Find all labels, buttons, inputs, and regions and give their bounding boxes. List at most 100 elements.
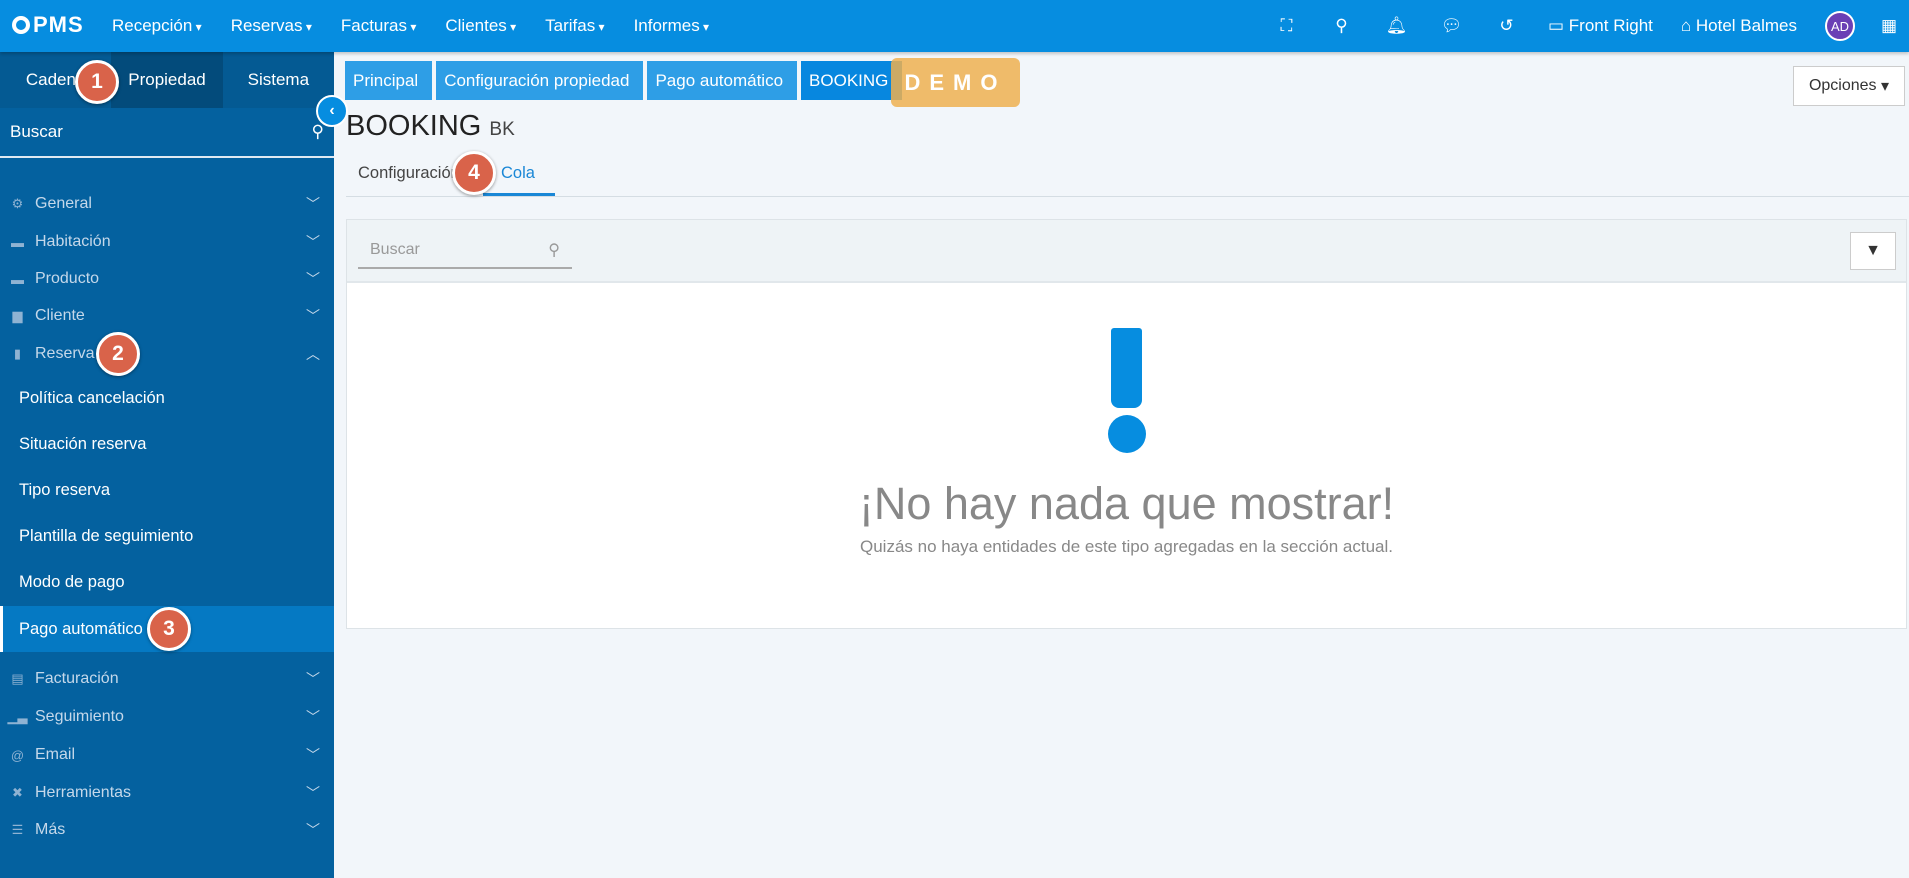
sidebar-item-cliente[interactable]: ▆ Cliente ﹀ (0, 297, 334, 335)
sidebar-tab-propiedad[interactable]: Propiedad (111, 52, 223, 108)
sidebar-item-habitacion[interactable]: ▬ Habitación ﹀ (0, 223, 334, 261)
search-icon[interactable]: ⚲ (312, 122, 324, 142)
chevron-down-icon: ﹀ (306, 234, 320, 250)
breadcrumb-configuracion-propiedad[interactable]: Configuración propiedad (436, 61, 644, 100)
caret-down-icon: ▾ (1876, 78, 1890, 95)
logo-text: PMS (33, 12, 84, 37)
page-title: BOOKING BK (346, 110, 515, 143)
sidebar-item-label: Cliente (35, 307, 85, 324)
sidebar-item-reserva[interactable]: ▮ Reserva ︿ (0, 335, 334, 373)
chevron-down-icon: ﹀ (306, 308, 320, 324)
nav-reservas[interactable]: Reservas (231, 16, 312, 36)
annotation-badge-2: 2 (96, 332, 140, 376)
panel-search-placeholder: Buscar (370, 240, 420, 258)
sidebar-item-label: Email (35, 746, 76, 763)
filter-icon: ▼ (1865, 242, 1881, 259)
panel-search-input[interactable]: Buscar ⚲ (358, 232, 572, 269)
fullscreen-icon[interactable]: ⛶ (1259, 16, 1314, 36)
front-desk-selector[interactable]: ▭ Front Right (1548, 16, 1653, 36)
page-code: BK (489, 119, 515, 140)
page-title-text: BOOKING (346, 110, 482, 142)
sidebar-search-placeholder: Buscar (10, 122, 63, 141)
options-label: Opciones (1808, 77, 1877, 94)
sidebar-item-label: Reserva (35, 345, 95, 362)
top-navbar: PMS Recepción Reservas Facturas Clientes… (0, 0, 1909, 52)
receipt-icon: ▤ (11, 671, 24, 686)
sidebar-subitem-modo-pago[interactable]: Modo de pago (0, 559, 334, 605)
options-dropdown-button[interactable]: Opciones ▾ (1793, 66, 1905, 106)
sidebar-item-label: General (35, 195, 92, 212)
search-icon[interactable]: ⚲ (1314, 16, 1369, 36)
sidebar-subitem-situacion-reserva[interactable]: Situación reserva (0, 421, 334, 467)
sidebar-item-seguimiento[interactable]: ▁▃ Seguimiento ﹀ (0, 698, 334, 736)
chevron-down-icon: ﹀ (306, 196, 320, 212)
breadcrumb-booking: BOOKING (801, 61, 903, 100)
at-icon: @ (10, 747, 25, 763)
sidebar-subitem-tipo-reserva[interactable]: Tipo reserva (0, 467, 334, 513)
bell-icon[interactable]: 🔔︎ (1369, 16, 1424, 36)
avatar[interactable]: AD (1825, 11, 1855, 41)
chevron-down-icon: ﹀ (306, 271, 320, 287)
breadcrumb-pago-automatico[interactable]: Pago automático (647, 61, 798, 100)
bed-icon: ▬ (11, 234, 24, 250)
sidebar-item-herramientas[interactable]: ✖ Herramientas ﹀ (0, 774, 334, 812)
chevron-down-icon: ﹀ (306, 747, 320, 763)
tab-configuracion[interactable]: Configuración (358, 164, 460, 183)
sidebar-item-general[interactable]: ⚙ General ﹀ (0, 185, 334, 223)
sidebar-item-label: Habitación (35, 233, 111, 250)
nav-recepcion[interactable]: Recepción (112, 16, 202, 36)
breadcrumb: Principal Configuración propiedad Pago a… (345, 61, 906, 100)
filter-button[interactable]: ▼ (1850, 232, 1896, 270)
breadcrumb-principal[interactable]: Principal (345, 61, 433, 100)
sidebar-item-label: Facturación (35, 670, 119, 687)
chevron-down-icon: ﹀ (306, 671, 320, 687)
tools-icon: ✖ (12, 785, 23, 800)
sidebar-item-label: Herramientas (35, 784, 132, 801)
sliders-icon: ☰ (11, 822, 24, 837)
file-icon: ▮ (13, 346, 22, 361)
history-icon[interactable]: ↺ (1479, 16, 1534, 36)
sidebar-subitem-politica-cancelacion[interactable]: Política cancelación (0, 375, 334, 421)
collapse-sidebar-button[interactable]: ‹ (316, 95, 348, 127)
sidebar-item-email[interactable]: @ Email ﹀ (0, 736, 334, 774)
sidebar-item-label: Más (35, 821, 66, 838)
sidebar-subitem-plantilla-seguimiento[interactable]: Plantilla de seguimiento (0, 513, 334, 559)
queue-panel: Buscar ⚲ ▼ ¡No hay nada que mostrar! Quiz… (346, 219, 1907, 629)
id-card-icon: ▆ (12, 308, 23, 323)
front-label: Front Right (1568, 16, 1653, 35)
app-logo[interactable]: PMS (12, 12, 84, 38)
sidebar-item-producto[interactable]: ▬ Producto ﹀ (0, 260, 334, 298)
sidebar-tab-sistema[interactable]: Sistema (222, 52, 334, 108)
nav-facturas[interactable]: Facturas (341, 16, 417, 36)
chart-icon: ▁▃ (7, 709, 28, 724)
hotel-label: Hotel Balmes (1695, 16, 1797, 35)
chat-icon[interactable]: 💬︎ (1424, 16, 1479, 36)
logo-icon (12, 16, 30, 34)
chevron-left-icon: ‹ (329, 102, 335, 119)
annotation-badge-3: 3 (147, 607, 191, 651)
tab-bar: Configuración Cola (346, 160, 1909, 197)
chevron-down-icon: ﹀ (306, 785, 320, 801)
box-icon: ▬ (11, 271, 24, 287)
exclamation-icon (1108, 328, 1148, 453)
chevron-down-icon: ﹀ (306, 709, 320, 725)
apps-grid-icon[interactable]: ▦ (1869, 16, 1909, 36)
nav-informes[interactable]: Informes (634, 16, 710, 36)
sidebar-item-mas[interactable]: ☰ Más ﹀ (0, 811, 334, 849)
nav-clientes[interactable]: Clientes (445, 16, 516, 36)
sidebar-item-facturacion[interactable]: ▤ Facturación ﹀ (0, 660, 334, 698)
cogs-icon: ⚙ (11, 196, 24, 211)
home-icon: ⌂ (1680, 16, 1696, 35)
sidebar: Cadena Propiedad Sistema Buscar ⚲ ⚙ Genera… (0, 52, 334, 878)
main-nav: Recepción Reservas Facturas Clientes Tar… (112, 0, 738, 52)
empty-state-title: ¡No hay nada que mostrar! (858, 478, 1395, 529)
annotation-badge-4: 4 (452, 151, 496, 195)
inbox-icon: ▭ (1548, 16, 1569, 35)
empty-state-subtitle: Quizás no haya entidades de este tipo ag… (859, 537, 1394, 556)
hotel-selector[interactable]: ⌂ Hotel Balmes (1681, 16, 1797, 36)
demo-watermark: DEMO (891, 58, 1020, 107)
sidebar-item-label: Producto (35, 270, 100, 287)
nav-tarifas[interactable]: Tarifas (545, 16, 604, 36)
sidebar-search-input[interactable]: Buscar ⚲ (0, 108, 334, 158)
chevron-up-icon: ︿ (306, 346, 320, 362)
